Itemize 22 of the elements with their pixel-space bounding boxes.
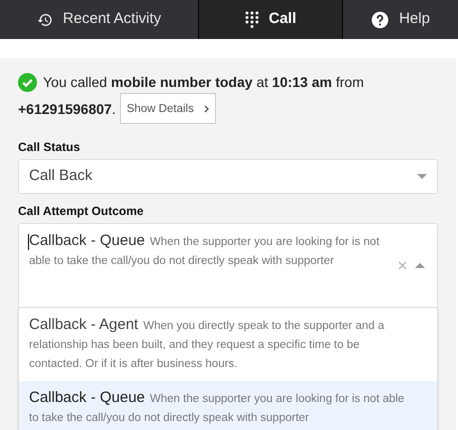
help-icon [371,10,390,28]
dropdown-arrow-icon[interactable] [415,263,425,268]
dialpad-icon [244,10,259,28]
nav-tab[interactable]: Recent Activity [0,0,198,39]
dropdown-option[interactable]: Callback - Agent When you directly speak to the supporter and a relationship has been built, and they request a specific time to be contacted. Or if it is after business hours. [19,308,437,381]
call-status-dropdown[interactable]: Call Back [18,159,438,194]
call-summary-text: +61291596807. [18,100,116,118]
outcome-select-field[interactable]: Callback - Queue When the supporter you are looking for is not able to take the call/you do not directly speak with supporter [18,223,438,308]
clear-icon[interactable] [398,261,407,270]
check-circle-icon [18,72,37,92]
nav-tab[interactable]: Call [198,0,343,39]
selected-option-text: Callback - Queue When the supporter you are looking for is not able to take the call/you do not directly speak with supporter [29,232,380,269]
show-details-button[interactable]: Show Details [120,93,216,124]
text-cursor [28,234,29,250]
dropdown-arrow-icon [417,174,427,179]
chevron-right-icon [204,104,209,112]
field-label: Call Attempt Outcome [18,203,145,220]
history-icon [36,12,53,28]
nav-tab[interactable]: Help [343,0,458,39]
call-summary-text: You called mobile number today at 10:13 am from [43,73,364,92]
field-label: Call Status [18,139,82,156]
dropdown-option[interactable]: Callback - Queue When the supporter you are looking for is not able to take the call/you do not directly speak with supporter [19,381,437,430]
